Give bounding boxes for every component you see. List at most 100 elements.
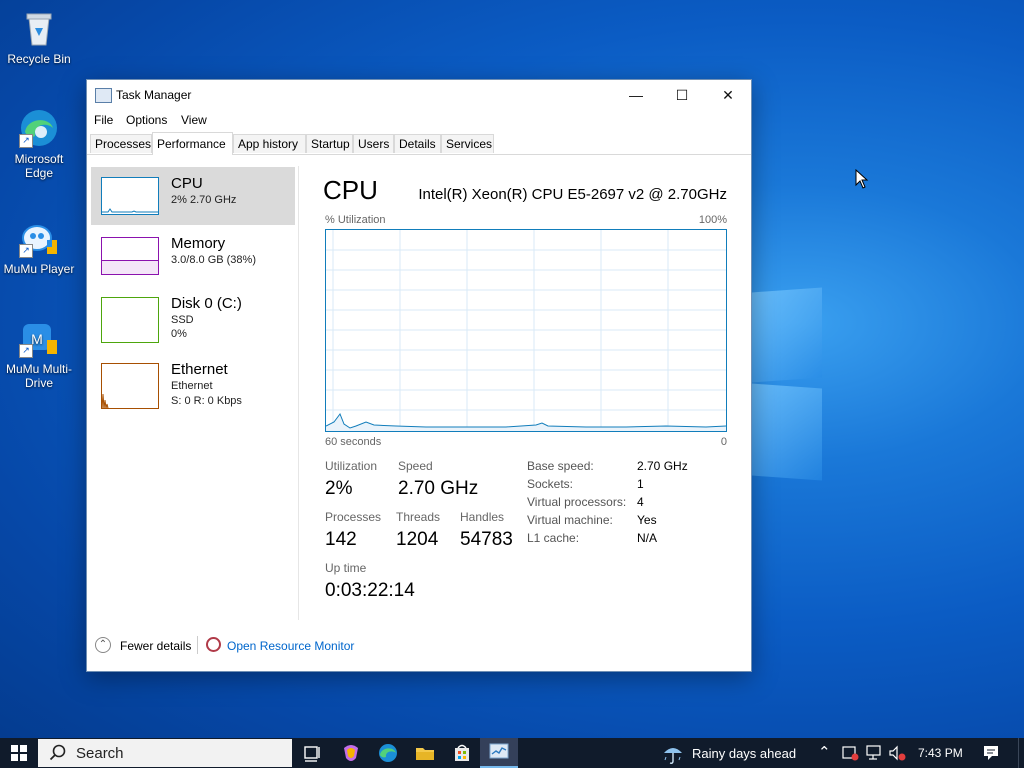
desktop-icon-label: Microsoft Edge [14, 152, 64, 180]
utilization-value: 2% [325, 478, 353, 499]
graph-time-zero: 0 [720, 436, 727, 448]
weather-text[interactable]: Rainy days ahead [692, 746, 796, 761]
mumu-player-icon: ↗ [19, 218, 59, 258]
sidebar-item-disk[interactable]: Disk 0 (C:) SSD 0% [91, 287, 295, 345]
processes-value: 142 [325, 529, 357, 550]
virtual-machine-value: Yes [637, 513, 657, 527]
copilot-icon[interactable] [340, 742, 362, 764]
sockets-key: Sockets: [527, 477, 574, 491]
virtual-processors-value: 4 [637, 495, 644, 509]
tab-users[interactable]: Users [353, 134, 394, 153]
memory-thumbnail [101, 237, 159, 275]
weather-rain-icon [664, 748, 682, 764]
menu-options[interactable]: Options [126, 113, 167, 127]
tab-strip: Processes Performance App history Startu… [87, 132, 751, 155]
start-button[interactable] [0, 738, 38, 768]
virtual-machine-key: Virtual machine: [527, 513, 613, 527]
uptime-value: 0:03:22:14 [325, 580, 415, 601]
chevron-up-tray-icon[interactable]: ⌃ [818, 743, 831, 761]
sidebar-disk-title: Disk 0 (C:) [171, 295, 242, 312]
windows-logo-icon [11, 745, 27, 761]
tab-startup[interactable]: Startup [306, 134, 353, 153]
cpu-utilization-graph [325, 229, 727, 432]
shortcut-arrow-icon: ↗ [19, 244, 33, 258]
recycle-bin-icon [19, 8, 59, 48]
handles-value: 54783 [460, 529, 513, 550]
desktop-icon-microsoft-edge[interactable]: ↗ Microsoft Edge [0, 108, 78, 180]
sockets-value: 1 [637, 477, 644, 491]
cpu-thumbnail [101, 177, 159, 215]
close-button[interactable]: ✕ [705, 80, 751, 110]
speed-label: Speed [398, 459, 433, 473]
chevron-up-icon[interactable]: ⌃ [95, 637, 111, 653]
tab-processes[interactable]: Processes [90, 134, 152, 153]
sidebar-memory-detail: 3.0/8.0 GB (38%) [171, 254, 256, 266]
notifications-icon[interactable] [982, 744, 1000, 762]
tab-details[interactable]: Details [394, 134, 441, 153]
panel-divider [298, 166, 299, 620]
security-icon[interactable] [841, 744, 859, 762]
search-placeholder: Search [76, 745, 124, 762]
taskbar: Search Rainy days ahead ⌃ 7:43 PM [0, 738, 1024, 768]
maximize-button[interactable]: ☐ [659, 80, 705, 110]
virtual-processors-key: Virtual processors: [527, 495, 627, 509]
menu-view[interactable]: View [181, 113, 207, 127]
sidebar-ethernet-title: Ethernet [171, 361, 228, 378]
desktop-icon-mumu-multi-drive[interactable]: M ↗ MuMu Multi-Drive [0, 318, 78, 390]
open-resource-monitor-link[interactable]: Open Resource Monitor [227, 639, 354, 653]
tab-performance[interactable]: Performance [152, 132, 233, 155]
task-manager-icon [95, 88, 112, 103]
shortcut-arrow-icon: ↗ [19, 134, 33, 148]
disk-thumbnail [101, 297, 159, 343]
sidebar-item-memory[interactable]: Memory 3.0/8.0 GB (38%) [91, 227, 295, 285]
sidebar-ethernet-adapter: Ethernet [171, 380, 213, 392]
fewer-details-link[interactable]: Fewer details [120, 639, 191, 653]
sidebar-ethernet-rate: S: 0 R: 0 Kbps [171, 395, 242, 407]
shortcut-arrow-icon: ↗ [19, 344, 33, 358]
tab-services[interactable]: Services [441, 134, 494, 153]
task-manager-taskbar-button[interactable] [480, 738, 518, 768]
base-speed-value: 2.70 GHz [637, 459, 688, 473]
mouse-cursor-icon [855, 169, 869, 189]
threads-value: 1204 [396, 529, 439, 550]
minimize-button[interactable]: — [613, 80, 659, 110]
sidebar-item-cpu[interactable]: CPU 2% 2.70 GHz [91, 167, 295, 225]
speed-value: 2.70 GHz [398, 478, 479, 499]
task-view-icon[interactable] [301, 742, 323, 764]
window-title: Task Manager [116, 88, 192, 102]
window-footer: ⌃ Fewer details Open Resource Monitor [87, 632, 751, 662]
sidebar-disk-usage: 0% [171, 328, 187, 340]
processes-label: Processes [325, 510, 382, 524]
microsoft-store-icon[interactable] [451, 742, 473, 764]
show-desktop-button[interactable] [1018, 738, 1024, 768]
sidebar-disk-type: SSD [171, 314, 194, 326]
volume-muted-icon[interactable] [888, 744, 906, 762]
title-bar[interactable]: Task Manager — ☐ ✕ [87, 80, 751, 110]
sidebar-cpu-detail: 2% 2.70 GHz [171, 194, 237, 206]
network-icon[interactable] [865, 744, 883, 762]
desktop-icon-mumu-player[interactable]: ↗ MuMu Player [0, 218, 78, 276]
page-title: CPU [323, 175, 378, 205]
sidebar-item-ethernet[interactable]: Ethernet Ethernet S: 0 R: 0 Kbps [91, 353, 295, 411]
utilization-label: Utilization [325, 459, 378, 473]
task-manager-window: Task Manager — ☐ ✕ File Options View Pro… [86, 79, 752, 672]
desktop-icon-label: MuMu Player [3, 262, 75, 276]
search-box[interactable]: Search [38, 739, 292, 767]
clock-time[interactable]: 7:43 PM [918, 746, 963, 760]
file-explorer-icon[interactable] [414, 742, 436, 764]
desktop-icon-recycle-bin[interactable]: Recycle Bin [0, 8, 78, 66]
graph-time-span: 60 seconds [325, 436, 382, 448]
tab-app-history[interactable]: App history [233, 134, 306, 153]
uptime-label: Up time [325, 561, 367, 575]
task-manager-taskbar-icon [489, 743, 509, 759]
graph-label-max: 100% [698, 214, 727, 226]
edge-taskbar-icon[interactable] [377, 742, 399, 764]
handles-label: Handles [460, 510, 505, 524]
desktop-icon-label: MuMu Multi-Drive [5, 362, 72, 390]
menu-file[interactable]: File [94, 113, 113, 127]
graph-label-utilization: % Utilization [325, 214, 386, 226]
edge-icon: ↗ [19, 108, 59, 148]
ethernet-thumbnail [101, 363, 159, 409]
sidebar-memory-title: Memory [171, 235, 226, 252]
base-speed-key: Base speed: [527, 459, 594, 473]
